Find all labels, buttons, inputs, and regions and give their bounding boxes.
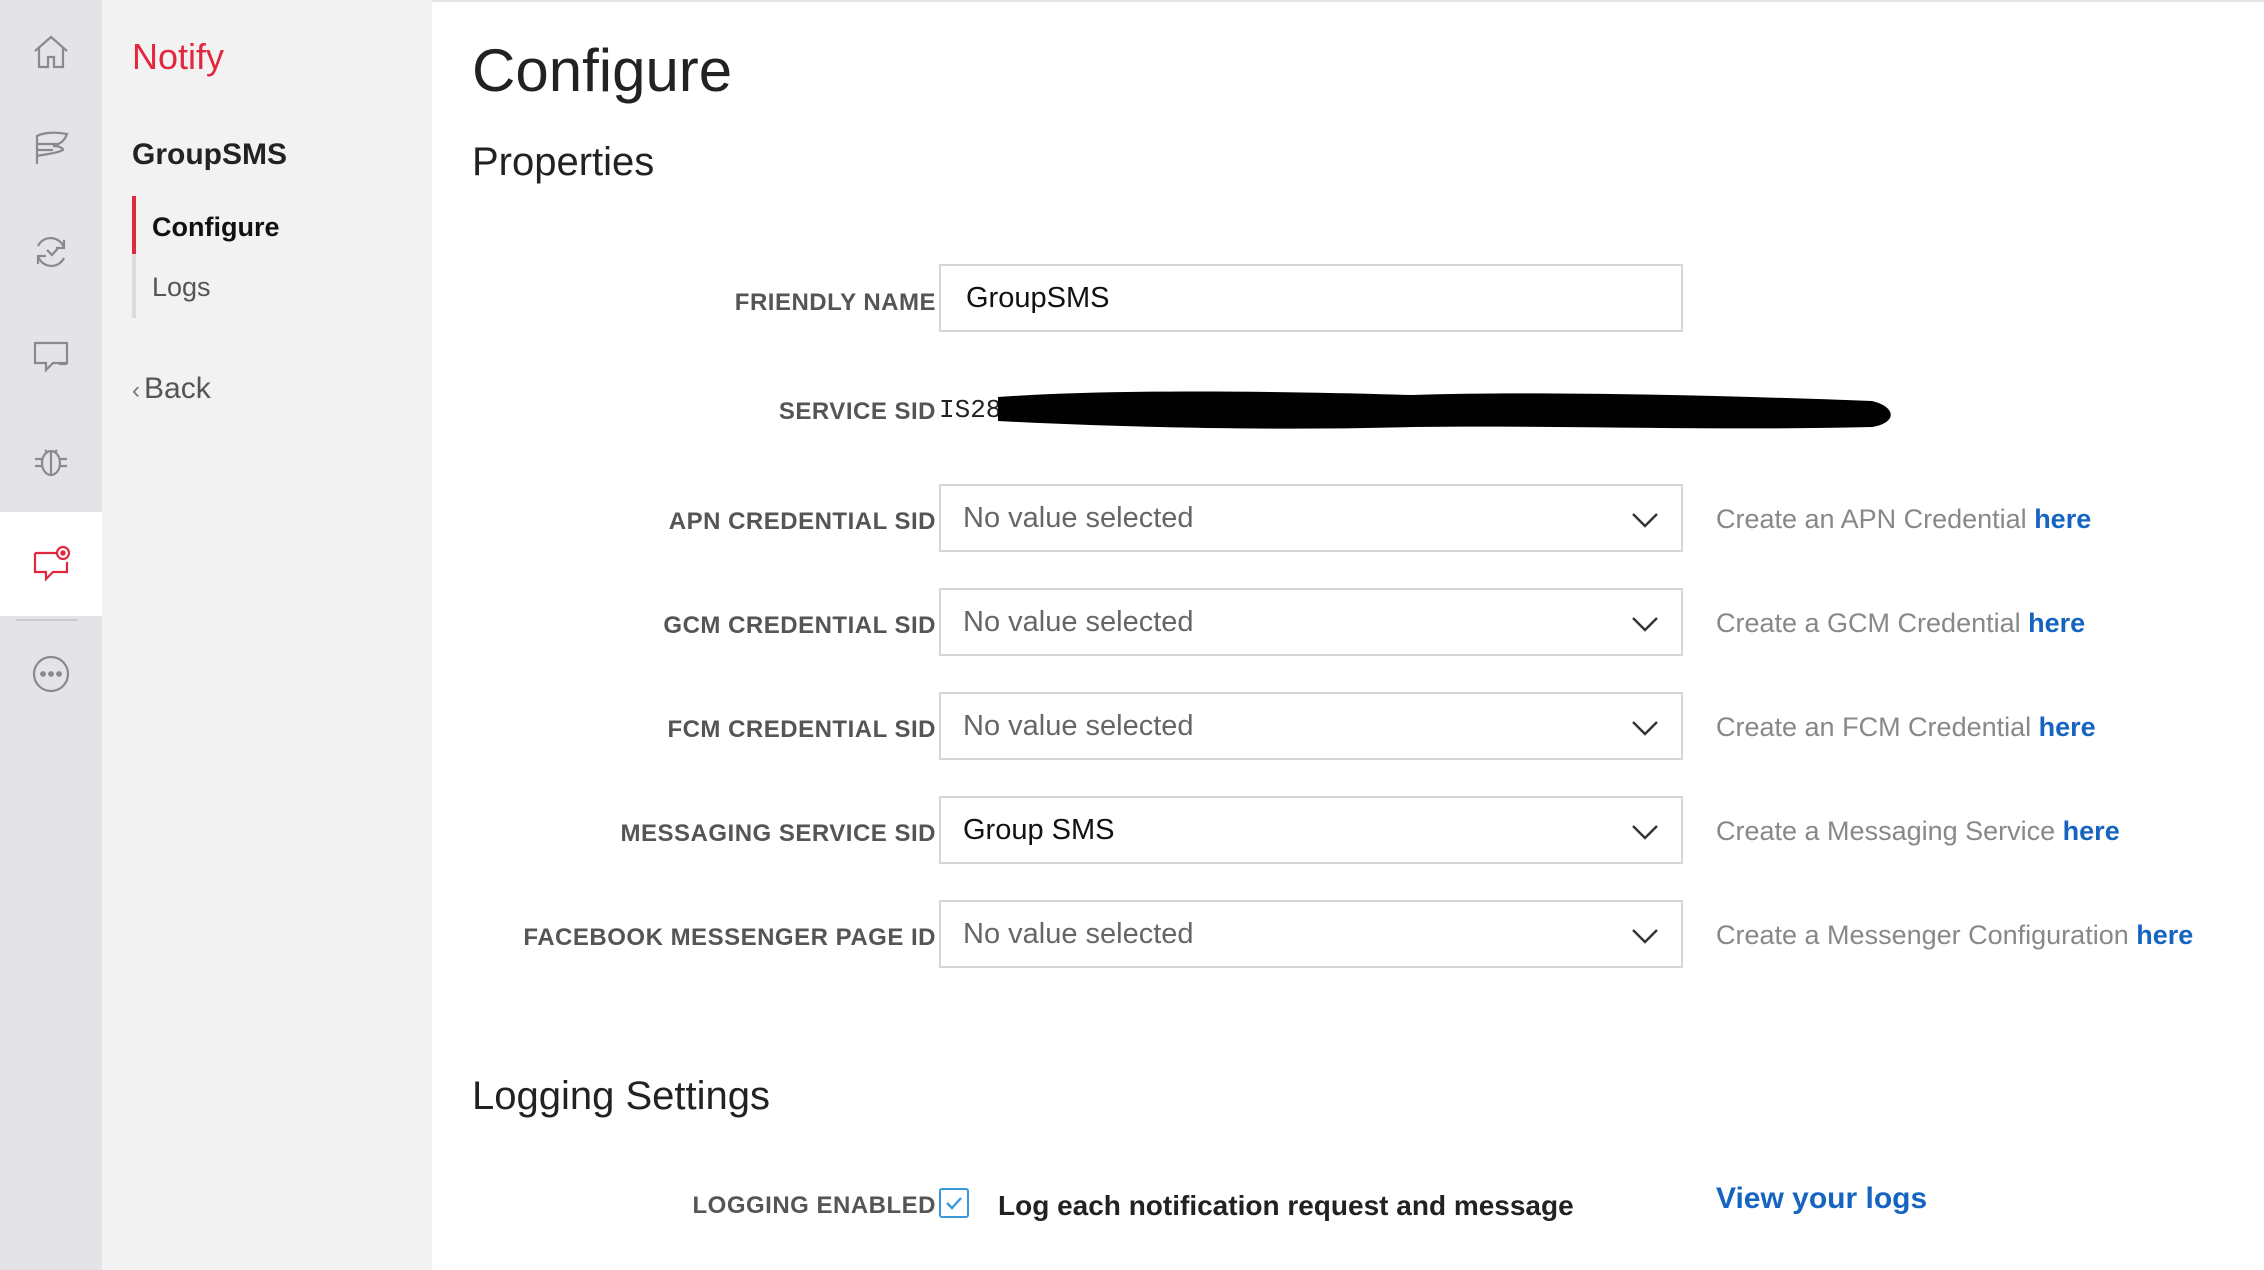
subnav-item-logs[interactable]: Logs xyxy=(152,272,211,303)
rail-home[interactable] xyxy=(0,0,102,104)
chevron-down-icon xyxy=(1632,617,1658,632)
fcm-credential-hint: Create an FCM Credential here xyxy=(1716,712,2096,743)
fcm-credential-label: FCM CREDENTIAL SID xyxy=(667,716,936,743)
rail-sync[interactable] xyxy=(0,200,102,304)
gcm-credential-value: No value selected xyxy=(963,605,1194,638)
apn-credential-label: APN CREDENTIAL SID xyxy=(668,508,936,535)
flag-icon xyxy=(35,131,69,164)
chat-icon xyxy=(33,341,69,373)
view-logs-link[interactable]: View your logs xyxy=(1716,1182,1927,1216)
logging-enabled-label: LOGGING ENABLED xyxy=(692,1192,936,1219)
checkmark-icon xyxy=(946,1197,962,1210)
logging-checkbox-label[interactable]: Log each notification request and messag… xyxy=(998,1190,1574,1222)
product-title[interactable]: Notify xyxy=(132,36,224,78)
fcm-credential-select[interactable]: No value selected xyxy=(939,692,1683,760)
messaging-service-select[interactable]: Group SMS xyxy=(939,796,1683,864)
apn-credential-select[interactable]: No value selected xyxy=(939,484,1683,552)
apn-credential-value: No value selected xyxy=(963,501,1194,534)
messaging-service-label: MESSAGING SERVICE SID xyxy=(620,820,936,847)
service-title[interactable]: GroupSMS xyxy=(132,138,287,172)
gcm-credential-label: GCM CREDENTIAL SID xyxy=(663,612,936,639)
fcm-create-link[interactable]: here xyxy=(2039,712,2096,742)
facebook-page-value: No value selected xyxy=(963,917,1194,950)
friendly-name-value: GroupSMS xyxy=(966,281,1110,314)
chevron-down-icon xyxy=(1632,513,1658,528)
messaging-service-hint: Create a Messaging Service here xyxy=(1716,816,2120,847)
rail-flag[interactable] xyxy=(0,96,102,200)
main-content: Configure Properties FRIENDLY NAME Group… xyxy=(432,0,2264,1270)
service-sid-label: SERVICE SID xyxy=(778,398,936,425)
sync-icon xyxy=(36,236,66,268)
apn-hint-text: Create an APN Credential xyxy=(1716,504,2035,534)
messaging-create-link[interactable]: here xyxy=(2063,816,2120,846)
logging-settings-heading: Logging Settings xyxy=(472,1074,771,1118)
apn-credential-hint: Create an APN Credential here xyxy=(1716,504,2091,535)
friendly-name-label: FRIENDLY NAME xyxy=(734,289,936,316)
messaging-service-value: Group SMS xyxy=(963,813,1115,846)
bug-icon xyxy=(35,449,67,477)
subnav-item-configure[interactable]: Configure xyxy=(152,212,280,243)
chevron-down-icon xyxy=(1632,929,1658,944)
chevron-down-icon xyxy=(1632,721,1658,736)
page-title: Configure xyxy=(472,37,733,104)
rail-more[interactable] xyxy=(0,622,102,726)
notify-chat-icon xyxy=(33,545,71,582)
facebook-page-select[interactable]: No value selected xyxy=(939,900,1683,968)
home-icon xyxy=(34,35,68,69)
back-label: Back xyxy=(144,372,211,405)
facebook-page-hint: Create a Messenger Configuration here xyxy=(1716,920,2193,951)
rail-notify[interactable] xyxy=(0,512,102,616)
fcm-credential-value: No value selected xyxy=(963,709,1194,742)
apn-create-link[interactable]: here xyxy=(2034,504,2091,534)
fcm-hint-text: Create an FCM Credential xyxy=(1716,712,2039,742)
facebook-page-label: FACEBOOK MESSENGER PAGE ID xyxy=(523,924,936,951)
gcm-create-link[interactable]: here xyxy=(2028,608,2085,638)
icon-rail xyxy=(0,0,102,1270)
rail-bug[interactable] xyxy=(0,408,102,512)
more-icon xyxy=(32,655,70,693)
facebook-hint-text: Create a Messenger Configuration xyxy=(1716,920,2137,950)
gcm-hint-text: Create a GCM Credential xyxy=(1716,608,2029,638)
facebook-create-link[interactable]: here xyxy=(2136,920,2193,950)
properties-heading: Properties xyxy=(472,140,655,184)
gcm-credential-hint: Create a GCM Credential here xyxy=(1716,608,2085,639)
rail-chat[interactable] xyxy=(0,304,102,408)
gcm-credential-select[interactable]: No value selected xyxy=(939,588,1683,656)
chevron-down-icon xyxy=(1632,825,1658,840)
back-link[interactable]: ‹ Back xyxy=(132,372,211,406)
subnav-active-indicator xyxy=(132,196,136,254)
chevron-left-icon: ‹ xyxy=(132,377,140,404)
messaging-hint-text: Create a Messaging Service xyxy=(1716,816,2063,846)
rail-divider xyxy=(16,619,78,621)
logging-checkbox[interactable] xyxy=(939,1188,969,1218)
friendly-name-input[interactable]: GroupSMS xyxy=(939,264,1683,332)
redaction-mark xyxy=(998,391,1891,429)
